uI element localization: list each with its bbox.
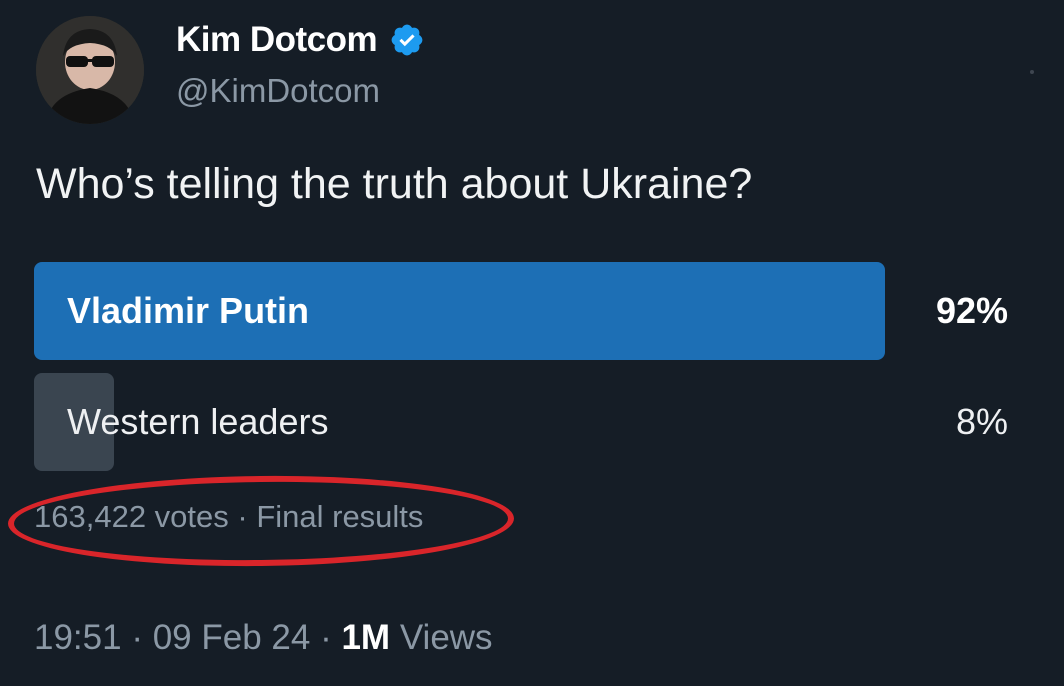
separator-dot: · — [320, 618, 332, 657]
tweet-time[interactable]: 19:51 — [34, 618, 122, 657]
tweet-timestamp-row: 19:51 · 09 Feb 24 · 1M Views — [34, 618, 493, 658]
tweet-card: Kim Dotcom @KimDotcom Who’s telling the … — [0, 0, 1064, 686]
poll-option-percent: 92% — [935, 290, 1008, 331]
poll-option-western-leaders: Western leaders 8% — [34, 373, 1034, 471]
poll-option-vladimir-putin: Vladimir Putin 92% — [34, 262, 1034, 360]
tweet-text: Who’s telling the truth about Ukraine? — [36, 160, 753, 208]
author-handle[interactable]: @KimDotcom — [176, 72, 380, 110]
red-annotation-circle — [7, 473, 515, 569]
verified-badge-icon — [391, 24, 423, 56]
views-count: 1M — [341, 618, 391, 657]
avatar-image — [36, 16, 144, 124]
author-name-row: Kim Dotcom — [176, 20, 425, 60]
views-label: Views — [399, 618, 493, 657]
poll-option-label: Vladimir Putin — [67, 290, 310, 331]
tweet-date[interactable]: 09 Feb 24 — [153, 618, 311, 657]
separator-dot: · — [131, 618, 143, 657]
avatar[interactable] — [36, 16, 144, 124]
poll-option-percent: 8% — [955, 401, 1008, 442]
poll-option-label: Western leaders — [67, 401, 329, 442]
author-display-name[interactable]: Kim Dotcom — [176, 20, 378, 60]
more-dot — [1030, 70, 1034, 74]
